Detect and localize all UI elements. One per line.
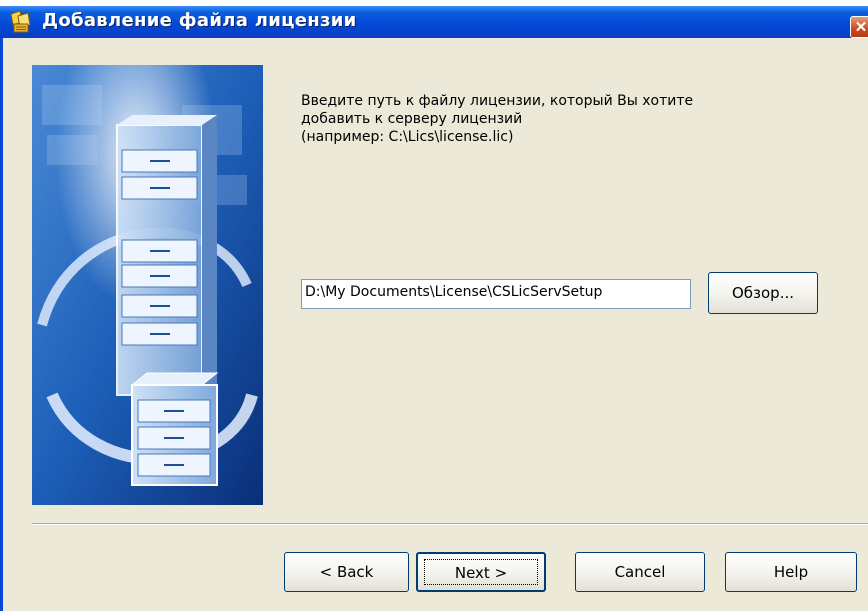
next-button-label: Next > [454,564,508,582]
wizard-side-image [32,65,263,505]
close-icon: ✕ [854,19,868,36]
title-bar[interactable]: Добавление файла лицензии ✕ [0,6,868,38]
instruction-line: добавить к серверу лицензий [301,111,523,127]
close-button[interactable]: ✕ [850,16,868,38]
instruction-text: Введите путь к файлу лицензии, который В… [301,92,821,146]
help-button[interactable]: Help [725,552,857,592]
instruction-line: Введите путь к файлу лицензии, который В… [301,93,694,109]
next-button[interactable]: Next > [416,552,546,592]
instruction-example: (например: C:\Lics\license.lic) [301,129,514,145]
cancel-button[interactable]: Cancel [575,552,705,592]
separator-line [32,523,868,525]
browse-button[interactable]: Обзор... [708,272,818,314]
window-title: Добавление файла лицензии [42,10,357,31]
back-button[interactable]: < Back [284,552,409,592]
license-app-icon [10,10,31,33]
license-path-input[interactable]: D:\My Documents\License\CSLicServSetup [301,279,691,309]
